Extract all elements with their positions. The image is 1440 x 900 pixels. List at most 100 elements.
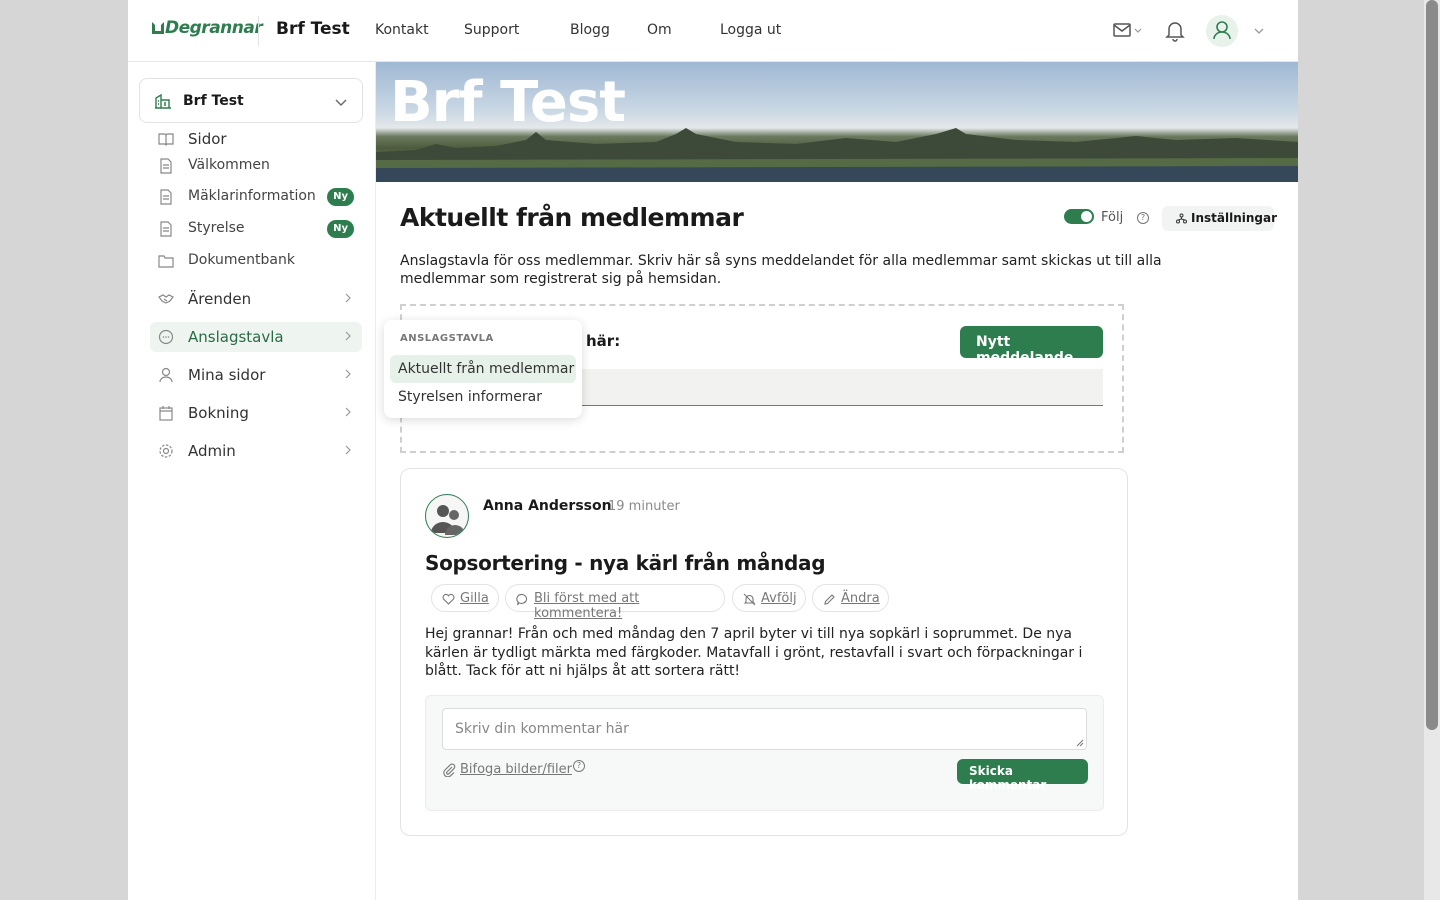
page: Degrannar Brf Test Kontakt Support Blogg… [128, 0, 1298, 900]
flyout-heading: ANSLAGSTAVLA [400, 333, 494, 344]
mail-icon[interactable] [1113, 20, 1142, 42]
post-author[interactable]: Anna Andersson [483, 498, 612, 514]
page-icon [160, 221, 172, 237]
unfollow-button[interactable]: Avfölj [732, 584, 806, 612]
send-comment-label: Skicka kommentar [969, 764, 1047, 792]
help-icon[interactable]: ? [1137, 212, 1149, 224]
anslagstavla-flyout-menu: ANSLAGSTAVLA Aktuellt från medlemmar Sty… [384, 320, 582, 418]
banner-title: Brf Test [390, 70, 626, 135]
chevron-right-icon [345, 369, 351, 379]
sidebar-item-label: Sidor [188, 130, 227, 148]
nav-support[interactable]: Support [464, 22, 519, 38]
chevron-down-icon [335, 99, 347, 106]
sidebar-item-label: Välkommen [188, 157, 270, 173]
edit-label: Ändra [841, 591, 880, 606]
user-menu-button[interactable] [1206, 15, 1238, 47]
folder-icon [158, 255, 174, 268]
chevron-right-icon [345, 445, 351, 455]
new-message-button[interactable]: Nytt meddelande [960, 326, 1103, 366]
bell-icon[interactable] [1164, 20, 1186, 42]
sidebar-item-bokning[interactable]: Bokning [150, 398, 362, 428]
site-name[interactable]: Brf Test [276, 19, 350, 39]
follow-toggle[interactable] [1064, 209, 1094, 224]
users-icon [431, 505, 465, 535]
sidebar-item-label: Admin [188, 442, 236, 460]
house-icon [152, 22, 164, 34]
sidebar-item-sidor[interactable]: Sidor [150, 124, 362, 154]
help-icon[interactable]: ? [573, 760, 585, 772]
chevron-right-icon [345, 407, 351, 417]
chevron-right-icon [345, 331, 351, 341]
page-icon [160, 158, 172, 174]
heart-icon [442, 593, 455, 605]
new-message-button-label: Nytt meddelande [976, 334, 1074, 366]
post-time: 19 minuter [608, 499, 680, 514]
attach-files-label: Bifoga bilder/filer [460, 762, 573, 777]
user-icon [1213, 21, 1231, 40]
nav-logga-ut[interactable]: Logga ut [720, 22, 781, 38]
scrollbar-thumb[interactable] [1426, 0, 1438, 730]
page-scrollbar[interactable] [1424, 0, 1440, 900]
pencil-icon [824, 594, 835, 605]
page-title: Aktuellt från medlemmar [400, 203, 744, 232]
calendar-icon [159, 406, 173, 421]
unfollow-label: Avfölj [761, 591, 797, 606]
bell-off-icon [743, 593, 756, 606]
new-badge: Ny [327, 188, 354, 206]
sidebar-item-valkommen[interactable]: Välkommen [150, 151, 362, 181]
sidebar-item-label: Mina sidor [188, 366, 266, 384]
sidebar-item-admin[interactable]: Admin [150, 436, 362, 466]
settings-button[interactable]: Inställningar [1162, 206, 1278, 231]
post-body: Hej grannar! Från och med måndag den 7 a… [425, 626, 1083, 679]
flyout-item-styrelsen-informerar[interactable]: Styrelsen informerar [390, 383, 576, 411]
handshake-icon [158, 294, 174, 304]
post-card: Anna Andersson 19 minuter Sopsortering -… [400, 468, 1128, 836]
gear-icon [159, 444, 173, 458]
nav-blogg[interactable]: Blogg [570, 22, 610, 38]
comment-first-button[interactable]: Bli först med att kommentera! [505, 584, 725, 621]
sidebar: Brf Test Sidor Välkommen Mäklarinformati… [128, 62, 376, 900]
header-divider [258, 16, 259, 46]
new-badge: Ny [327, 220, 354, 238]
flyout-item-aktuellt[interactable]: Aktuellt från medlemmar [390, 355, 576, 383]
sidebar-item-anslagstavla[interactable]: Anslagstavla [150, 322, 362, 352]
org-name: Brf Test [183, 93, 244, 109]
comment-textarea[interactable]: Skriv din kommentar här [442, 708, 1087, 750]
sidebar-item-mina-sidor[interactable]: Mina sidor [150, 360, 362, 390]
chevron-down-icon[interactable] [1252, 24, 1274, 46]
comment-form: Skriv din kommentar här Bifoga bilder/fi… [425, 695, 1104, 811]
nav-om[interactable]: Om [647, 22, 672, 38]
edit-button[interactable]: Ändra [812, 584, 889, 612]
logo-text: Degrannar [165, 18, 263, 38]
paperclip-icon [443, 763, 456, 777]
sidebar-item-arenden[interactable]: Ärenden [150, 284, 362, 314]
nav-kontakt[interactable]: Kontakt [375, 22, 429, 38]
logo[interactable]: Degrannar [152, 18, 263, 38]
sidebar-item-styrelse[interactable]: Styrelse Ny [150, 214, 362, 244]
send-comment-button[interactable]: Skicka kommentar [957, 759, 1088, 792]
new-message-prompt: här: [586, 332, 621, 350]
author-avatar [425, 494, 469, 538]
building-icon [155, 93, 171, 109]
flyout-item-label: Aktuellt från medlemmar [398, 361, 575, 377]
sidebar-item-label: Mäklarinformation [188, 188, 316, 204]
sidebar-item-dokumentbank[interactable]: Dokumentbank [150, 246, 362, 276]
attach-files-link[interactable]: Bifoga bilder/filer [442, 762, 572, 777]
resize-handle-icon[interactable] [1076, 739, 1084, 747]
sidebar-item-maklarinformation[interactable]: Mäklarinformation Ny [150, 182, 362, 212]
follow-label: Följ [1101, 210, 1124, 225]
settings-label: Inställningar [1191, 211, 1278, 225]
org-selector[interactable]: Brf Test [139, 78, 363, 123]
sidebar-item-label: Anslagstavla [188, 328, 284, 346]
sidebar-item-label: Ärenden [188, 290, 252, 308]
user-icon [159, 367, 173, 383]
comment-placeholder: Skriv din kommentar här [455, 721, 629, 737]
like-label: Gilla [460, 591, 489, 606]
chat-icon [158, 329, 174, 345]
intro-text: Anslagstavla för oss medlemmar. Skriv hä… [400, 253, 1162, 287]
post-title: Sopsortering - nya kärl från måndag [425, 551, 826, 575]
like-button[interactable]: Gilla [431, 584, 499, 612]
network-icon [1176, 213, 1187, 224]
sidebar-item-label: Dokumentbank [188, 252, 295, 268]
top-header: Degrannar Brf Test Kontakt Support Blogg… [128, 0, 1298, 62]
